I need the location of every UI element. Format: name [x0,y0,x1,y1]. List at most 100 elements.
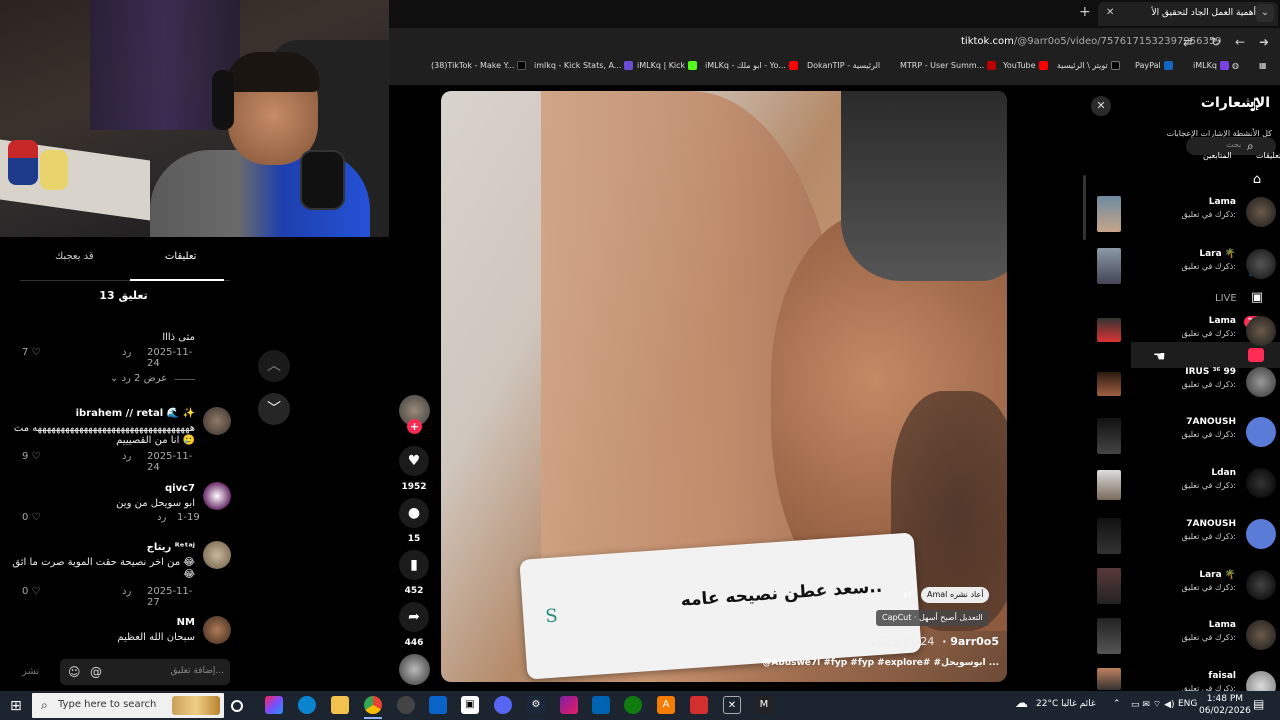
tab-list-button[interactable]: ⌄ [1256,4,1274,22]
app-box-icon[interactable]: ✕ [723,696,741,714]
notification-item[interactable]: 7ANOUSH ذكرك في تعليق: [1128,417,1280,457]
comment-bubble-icon[interactable]: ● [399,498,429,528]
site-settings-icon[interactable]: ⇄ [1183,35,1193,49]
avatar[interactable] [1246,249,1276,279]
avatar[interactable] [1246,417,1276,447]
notification-item[interactable]: Lara 🌴 ذكرك في تعليق: [1128,570,1280,610]
video-thumbnail[interactable] [1097,372,1121,396]
reply-button[interactable]: رد [157,512,166,523]
bookmark-item[interactable]: iMLKq | Kick [637,61,698,70]
notification-item[interactable]: Lama ذكرك في تعليق: [1128,316,1280,356]
video-thumbnail[interactable] [1097,248,1121,284]
mention-icon[interactable]: @ [90,665,104,679]
menu-arrow-icon[interactable]: ➜ [1259,35,1269,49]
app-a-icon[interactable]: A [657,696,675,714]
bookmark-icon[interactable]: ▮ [399,550,429,580]
heart-icon[interactable]: ♥ [399,446,429,476]
avatar[interactable] [1246,468,1276,498]
edge-icon[interactable] [298,696,316,714]
video-author[interactable]: 2025-11-24 · 9arr0o5 [870,635,999,648]
filter-following[interactable]: المتابعين [1203,151,1232,160]
reply-button[interactable]: رد [122,347,131,358]
save-action[interactable]: ▮ 452 [398,550,430,596]
close-video-button[interactable]: ✕ [1091,96,1111,116]
mail-icon[interactable] [429,696,447,714]
tiktok-logo-icon[interactable]: ♪ [1249,95,1267,117]
notification-item[interactable]: Ldan ذكرك في تعليق: [1128,468,1280,508]
scrollbar[interactable] [1083,175,1086,240]
xbox-icon[interactable] [624,696,642,714]
video-player[interactable]: S سعد عطن نصيحه عامه.. ⇄ Amal أعاد نشره … [441,91,1007,682]
bookmark-item[interactable]: (38)TikTok - Make Y... [431,61,527,70]
video-thumbnail[interactable] [1097,470,1121,500]
repost-label[interactable]: Amal أعاد نشره [921,587,990,603]
task-view-icon[interactable] [231,700,243,712]
windows-start-icon[interactable]: ⊞ [10,698,22,714]
avatar[interactable] [1246,316,1276,346]
tray-overflow-icon[interactable]: ⌃ [1113,699,1121,709]
tray-icons[interactable]: ▭ ✉ ⌔ ◀) [1131,699,1175,710]
video-thumbnail[interactable] [1097,568,1121,604]
new-tab-button[interactable]: + [1079,4,1091,20]
live-label[interactable]: LIVE [1215,293,1237,304]
video-thumbnail[interactable] [1097,196,1121,232]
comment-username[interactable]: NM [177,617,195,628]
view-replies-button[interactable]: ⌄ عرض 2 رد [110,373,167,384]
taskbar-search-input[interactable]: ⌕ Type here to search [32,693,224,718]
notification-item[interactable]: Lama ذكرك في تعليق: [1128,620,1280,660]
address-bar[interactable]: tiktok.com/@9arr0o5/video/75761715323979… [389,28,1280,56]
bookmark-item[interactable]: iMLKq - ابو ملك - Yo... [705,61,798,70]
music-disc-icon[interactable] [399,654,430,685]
media-app-icon[interactable]: ▣ [461,696,479,714]
capcut-label[interactable]: CapCut · التعديل أصبح أسهل [876,610,989,626]
avatar[interactable] [1246,197,1276,227]
like-count[interactable]: 9 ♡ [22,451,41,462]
video-thumbnail[interactable] [1097,418,1121,454]
chrome-icon[interactable] [364,696,382,714]
clock[interactable]: 1:48 PM 06/02/2026 [1199,693,1251,717]
bookmark-item[interactable]: imlkq - Kick Stats, A... [534,61,634,70]
comment-input[interactable]: إضافة تعليق... ☺ @ [60,659,230,685]
post-comment-button[interactable]: نشر [22,666,39,677]
notification-item[interactable]: 7ANOUSH ذكرك في تعليق: [1128,519,1280,559]
like-count[interactable]: 0 ♡ [22,512,41,523]
reload-icon[interactable]: ↻ [1211,35,1221,49]
copilot-icon[interactable] [265,696,283,714]
bookmark-item[interactable]: تويتر \ الرئيسية [1057,61,1120,70]
notification-item[interactable]: IRUS ³⁶ 99 ذكرك في تعليق: [1128,367,1280,407]
bookmark-item[interactable]: MTRP - User Summ... [900,61,997,70]
language-indicator[interactable]: ENG [1178,699,1197,709]
avatar[interactable] [203,407,231,435]
all-bookmarks-icon[interactable]: ▦ [1259,61,1267,70]
like-action[interactable]: ♥ 1952 [398,446,430,492]
notification-item[interactable]: Lama ذكرك في تعليق: [1128,197,1280,237]
avatar[interactable] [1246,620,1276,650]
app-red-icon[interactable] [690,696,708,714]
video-thumbnail[interactable] [1097,618,1121,654]
bookmark-item[interactable]: iMLKq [1193,61,1229,70]
comment-action[interactable]: ● 15 [398,498,430,544]
tab-you-may-like[interactable]: قد يعجبك [55,251,94,262]
avatar[interactable] [203,616,231,644]
reply-button[interactable]: رد [122,451,131,462]
back-icon[interactable]: ← [1235,35,1245,49]
video-thumbnail[interactable] [1097,518,1121,554]
globe-icon[interactable]: ◍ [1232,61,1239,70]
reply-button[interactable]: رد [122,586,131,597]
next-video-button[interactable]: ﹀ [258,393,290,425]
bookmark-item[interactable]: PayPal [1135,61,1173,70]
browser-tab-active[interactable]: ✕ أهمية العمل الجاد لتحقيق الأ [1098,2,1278,26]
bookmark-item[interactable]: YouTube [1003,61,1048,70]
tab-comments[interactable]: تعليقات [165,251,196,262]
app-gm-icon[interactable]: M [755,696,773,714]
notification-item[interactable]: Lara 🌴 ذكرك في تعليق: [1128,249,1280,289]
share-action[interactable]: ➦ 446 [398,602,430,648]
avatar[interactable] [1246,367,1276,397]
avatar[interactable] [203,482,231,510]
bookmark-item[interactable]: DokanTIP - الرئيسية [807,61,880,70]
previous-video-button[interactable]: ︿ [258,350,290,382]
emoji-icon[interactable]: ☺ [68,665,82,679]
comment-username[interactable]: ibrahem // retal 🌊 ✨ [76,408,195,419]
avatar[interactable] [1246,570,1276,600]
video-thumbnail[interactable] [1097,318,1121,342]
